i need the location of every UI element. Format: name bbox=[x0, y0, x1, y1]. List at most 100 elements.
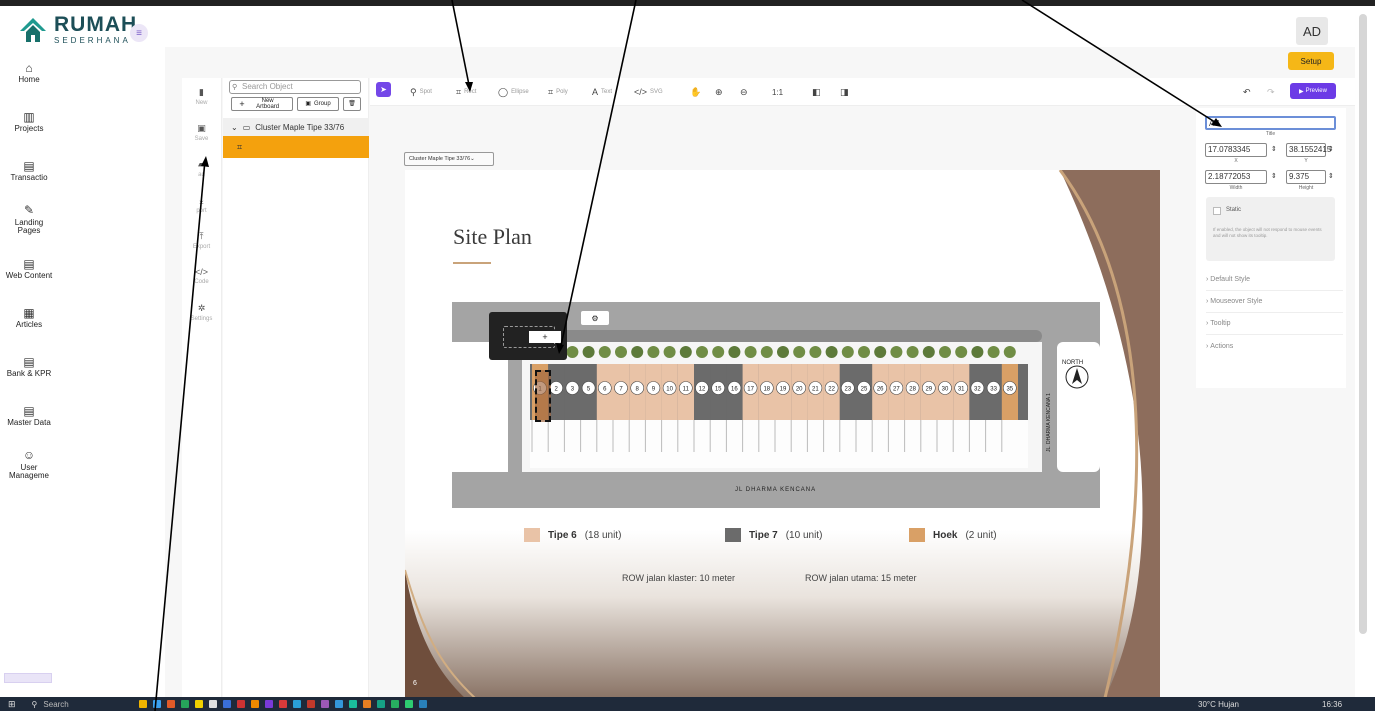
taskbar-app-icon[interactable] bbox=[334, 700, 343, 708]
rect-tool[interactable]: ⌗ Rect bbox=[456, 78, 476, 106]
poly-tool[interactable]: ⌗ Poly bbox=[548, 78, 568, 106]
sidebar-item-transactio[interactable]: ▤ Transactio bbox=[4, 148, 54, 194]
user-avatar[interactable]: AD bbox=[1296, 17, 1328, 45]
sidebar-item-home[interactable]: ⌂ Home bbox=[4, 50, 54, 96]
taskbar-app-icon[interactable] bbox=[250, 700, 259, 708]
taskbar-app-icon[interactable] bbox=[348, 700, 357, 708]
legend-item-tipe6: Tipe 6 (18 unit) bbox=[524, 527, 621, 543]
taskbar-app-icon[interactable] bbox=[138, 700, 147, 708]
artboard-canvas[interactable]: Site Plan 123567891011121516171819202122… bbox=[405, 170, 1160, 698]
taskbar-app-icon[interactable] bbox=[208, 700, 217, 708]
pan-tool[interactable]: ✋ bbox=[690, 78, 701, 106]
taskbar-app-icon[interactable] bbox=[152, 700, 161, 708]
plot-number: 31 bbox=[958, 387, 965, 393]
taskbar-app-icon[interactable] bbox=[404, 700, 413, 708]
ellipse-tool[interactable]: ◯ Ellipse bbox=[498, 78, 529, 106]
zoom-out-tool[interactable]: ⊖ bbox=[740, 78, 748, 106]
taskbar-app-icon[interactable] bbox=[292, 700, 301, 708]
taskbar-app-icon[interactable] bbox=[320, 700, 329, 708]
preview-button[interactable]: ▶ Preview bbox=[1290, 83, 1336, 99]
sidebar-item-bank-kpr[interactable]: ▤ Bank & KPR bbox=[4, 344, 54, 390]
left-panel-toggle[interactable]: ◧ bbox=[812, 78, 821, 106]
menu-toggle-icon[interactable]: ≡ bbox=[130, 24, 148, 42]
title-input[interactable]: AS bbox=[1205, 116, 1336, 130]
taskbar-app-icon[interactable] bbox=[180, 700, 189, 708]
width-input[interactable]: 2.18772053 bbox=[1205, 170, 1267, 184]
section-actions[interactable]: › Actions bbox=[1206, 335, 1343, 357]
taskbar-app-icon[interactable] bbox=[390, 700, 399, 708]
plot-number: 19 bbox=[780, 387, 787, 393]
selected-rect-object[interactable] bbox=[535, 370, 551, 422]
spot-tool[interactable]: ⚲ Spot bbox=[410, 78, 432, 106]
static-label: Static bbox=[1226, 207, 1242, 213]
right-panel-toggle[interactable]: ◨ bbox=[840, 78, 849, 106]
stepper-icon[interactable]: ⇕ bbox=[1271, 172, 1277, 180]
group-button[interactable]: ▣ Group bbox=[297, 97, 339, 111]
gear-icon[interactable]: ⚙ bbox=[581, 311, 609, 325]
tree-item-artboard[interactable]: ⌄ ▭ Cluster Maple Tipe 33/76 bbox=[223, 118, 369, 136]
taskbar-app-icon[interactable] bbox=[278, 700, 287, 708]
rect-icon: ⌗ bbox=[456, 86, 462, 97]
search-object-input[interactable]: Search Object bbox=[229, 80, 361, 94]
sidebar-item-articles[interactable]: ▦ Articles bbox=[4, 295, 54, 341]
panel-left-icon: ◧ bbox=[812, 86, 821, 97]
page-scrollbar[interactable] bbox=[1359, 14, 1367, 634]
x-label: X bbox=[1234, 158, 1238, 164]
section-label: Tooltip bbox=[1210, 320, 1231, 327]
sidebar-item-web-content[interactable]: ▤ Web Content bbox=[4, 246, 54, 292]
taskbar-app-icon[interactable] bbox=[306, 700, 315, 708]
stepper-icon[interactable]: ⇕ bbox=[1328, 172, 1334, 180]
tool-save[interactable]: ▣ Save bbox=[182, 114, 221, 150]
taskbar-app-icon[interactable] bbox=[362, 700, 371, 708]
taskbar-app-icon[interactable] bbox=[376, 700, 385, 708]
taskbar-app-icon[interactable] bbox=[166, 700, 175, 708]
taskbar-app-icon[interactable] bbox=[194, 700, 203, 708]
tool-icon: ⤓ bbox=[199, 194, 204, 205]
sidebar-item-projects[interactable]: ▥ Projects bbox=[4, 99, 54, 145]
tool-settings[interactable]: ✲ Settings bbox=[182, 294, 221, 330]
taskbar-app-icon[interactable] bbox=[236, 700, 245, 708]
svg-tool[interactable]: </> SVG bbox=[634, 78, 663, 106]
x-input[interactable]: 17.0783345 bbox=[1205, 143, 1267, 157]
tool-ad[interactable]: ▰ ad bbox=[182, 150, 221, 186]
sidebar-item-landing-pages[interactable]: ✎ Landing Pages bbox=[4, 197, 54, 243]
undo-button[interactable]: ↶ bbox=[1243, 78, 1251, 106]
taskbar-app-icon[interactable] bbox=[418, 700, 427, 708]
sidebar-footer-bar[interactable] bbox=[4, 673, 52, 683]
artboard-select[interactable]: Cluster Maple Tipe 33/76 ⌄ bbox=[404, 152, 494, 166]
section-default-style[interactable]: › Default Style bbox=[1206, 269, 1343, 291]
new-artboard-button[interactable]: + New Artboard bbox=[231, 97, 293, 111]
editor-toolbar: ⚲ Spot ⌗ Rect ◯ Ellipse ⌗ Poly A Text </> SVG … bbox=[370, 78, 1355, 106]
building-icon: ▥ bbox=[23, 109, 35, 124]
tool-port[interactable]: ⤓ port bbox=[182, 186, 221, 222]
section-tooltip[interactable]: › Tooltip bbox=[1206, 313, 1343, 335]
stepper-icon[interactable]: ⇕ bbox=[1328, 145, 1334, 153]
section-mouseover-style[interactable]: › Mouseover Style bbox=[1206, 291, 1343, 313]
redo-button[interactable]: ↷ bbox=[1267, 78, 1275, 106]
tool-code[interactable]: </> Code bbox=[182, 258, 221, 294]
chevron-down-icon: ⌄ bbox=[231, 122, 238, 132]
tool-export[interactable]: ⤒ Export bbox=[182, 222, 221, 258]
select-tool-button[interactable]: ➤ bbox=[376, 82, 391, 97]
taskbar-app-icon[interactable] bbox=[264, 700, 273, 708]
taskbar-app-icon[interactable] bbox=[222, 700, 231, 708]
add-button[interactable]: + bbox=[529, 331, 561, 343]
sidebar-item-master-data[interactable]: ▤ Master Data bbox=[4, 393, 54, 439]
delete-button[interactable]: 🗑 bbox=[343, 97, 361, 111]
tool-new[interactable]: ▮ New bbox=[182, 78, 221, 114]
windows-start-icon[interactable]: ⊞ bbox=[8, 699, 16, 710]
setup-button[interactable]: Setup bbox=[1288, 52, 1334, 70]
ratio-button[interactable]: 1:1 bbox=[772, 78, 783, 106]
y-input[interactable]: 38.1552415 bbox=[1286, 143, 1331, 157]
pin-icon: ⚲ bbox=[410, 86, 417, 97]
stepper-icon[interactable]: ⇕ bbox=[1271, 145, 1277, 153]
sidebar-item-user-manageme[interactable]: ☺ User Manageme bbox=[4, 442, 54, 488]
static-checkbox[interactable] bbox=[1213, 207, 1221, 215]
zoom-in-tool[interactable]: ⊕ bbox=[715, 78, 723, 106]
taskbar-search-label[interactable]: Search bbox=[43, 700, 68, 709]
taskbar-search-icon[interactable]: ⚲ bbox=[32, 700, 38, 709]
tree-item-selected-rect[interactable]: ⌗ bbox=[223, 136, 369, 158]
brand-logo[interactable]: RUMAH SEDERHANA bbox=[18, 14, 137, 45]
height-input[interactable]: 9.375 bbox=[1286, 170, 1326, 184]
text-tool[interactable]: A Text bbox=[592, 78, 612, 106]
